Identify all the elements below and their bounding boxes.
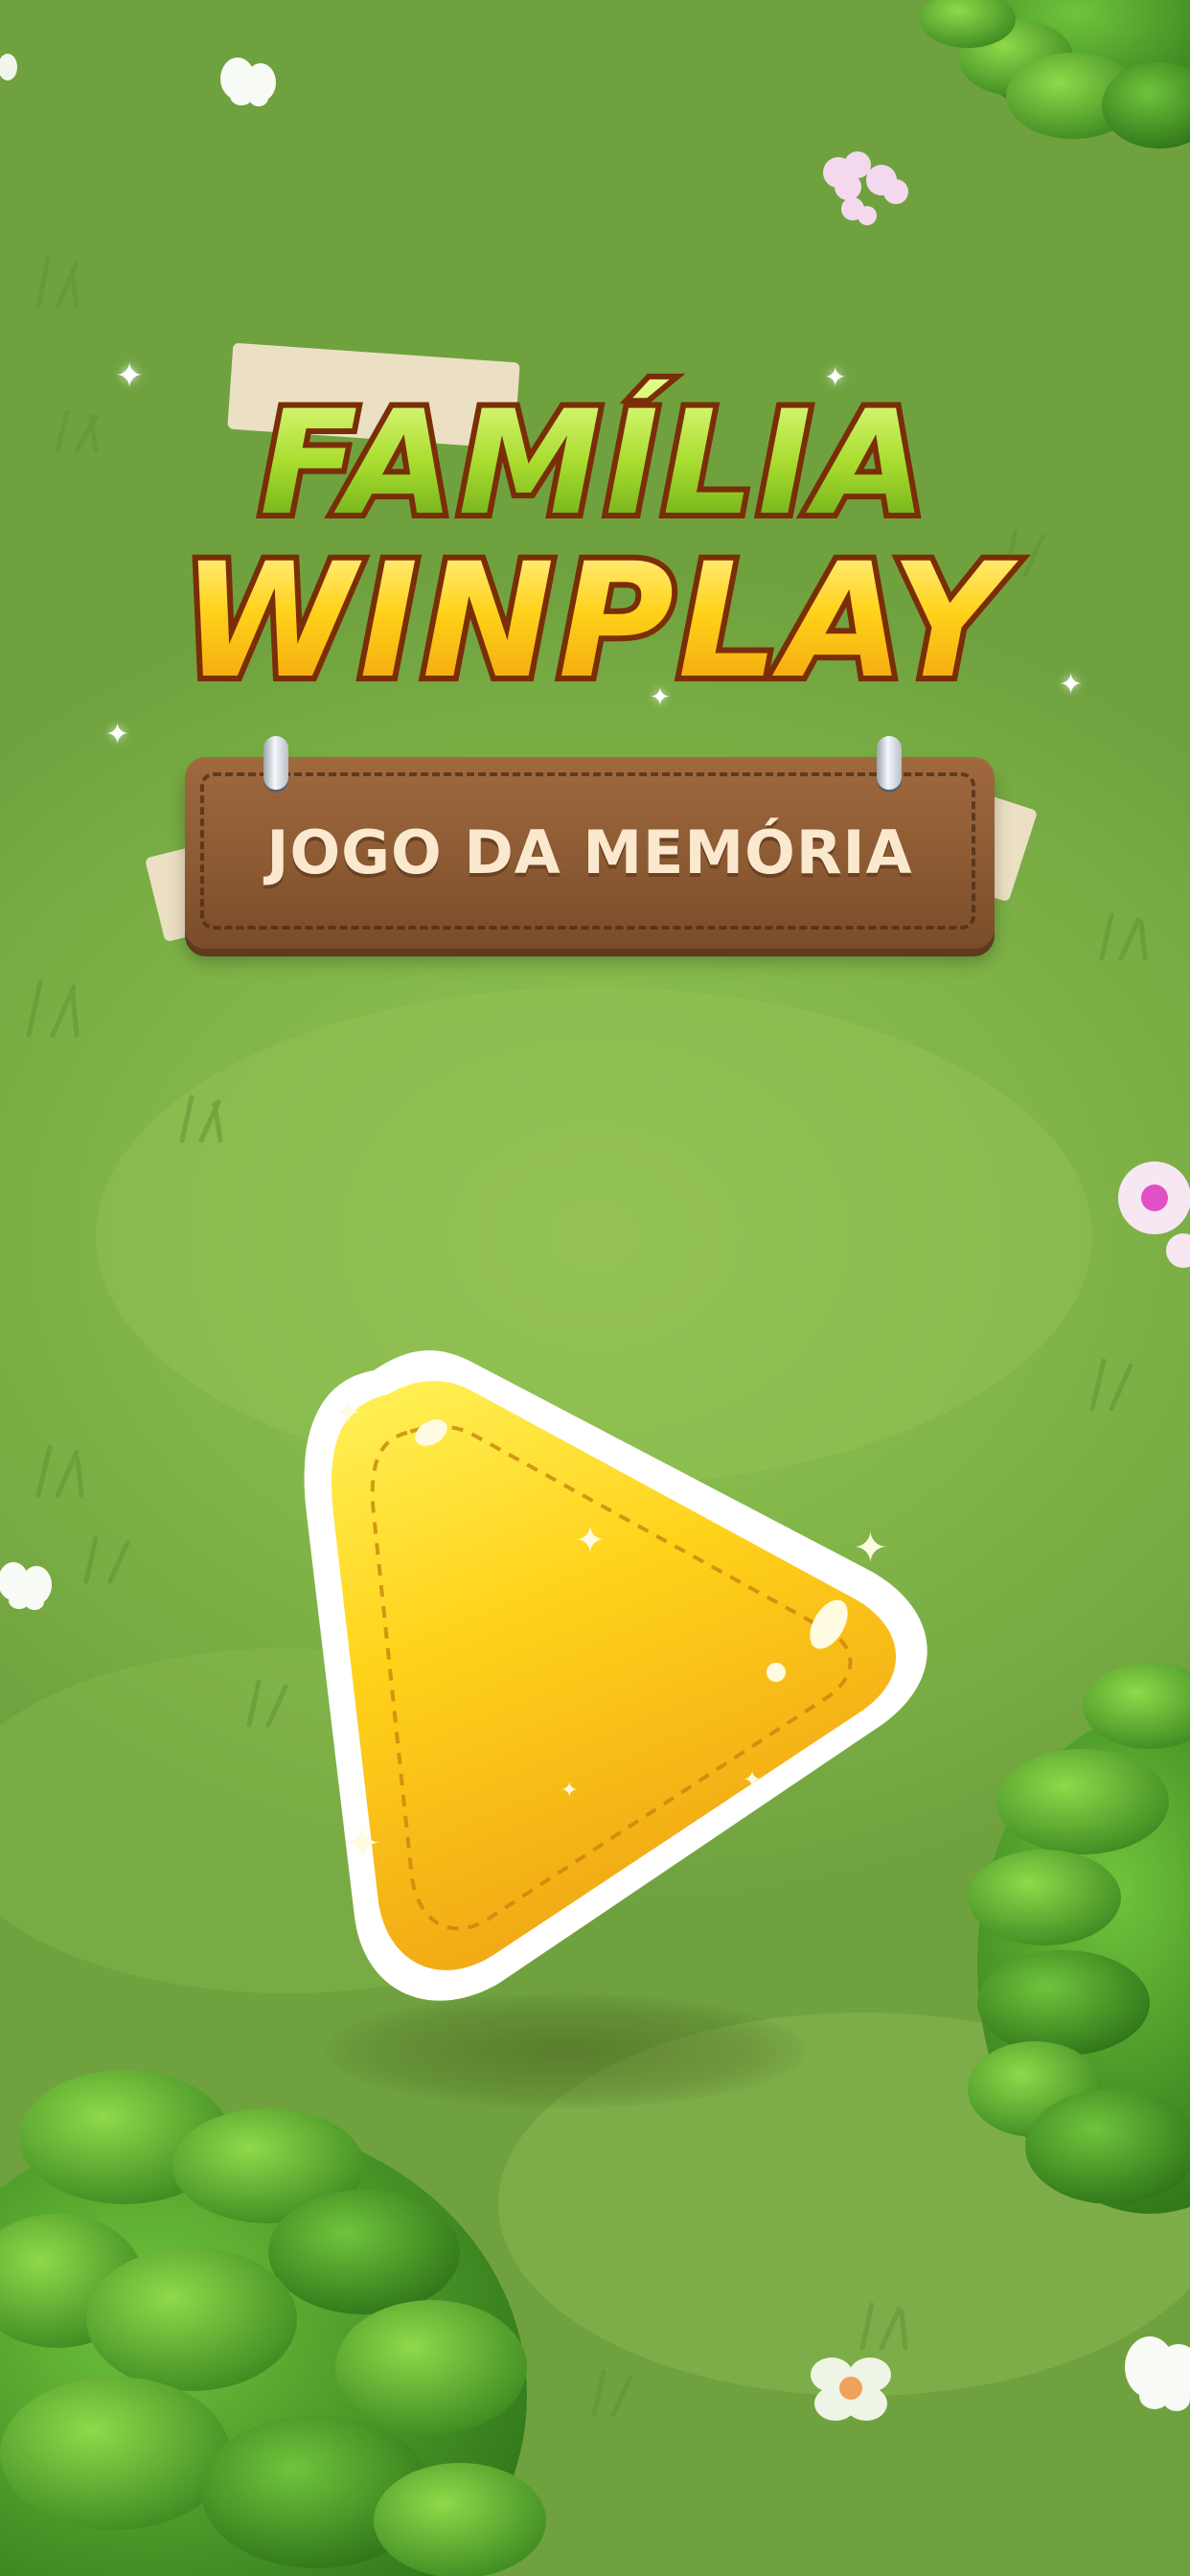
flower-right [1118, 1162, 1190, 1268]
svg-text:✦: ✦ [561, 1779, 578, 1803]
top-right-bush [920, 0, 1190, 149]
svg-text:✦: ✦ [853, 1524, 888, 1573]
flower-cluster-top [823, 151, 908, 225]
title-line-2: WINPLAY [181, 529, 1018, 713]
butterfly-bottom-right [1125, 2336, 1190, 2411]
butterfly-left [0, 1562, 52, 1610]
subtitle-sign: JOGO DA MEMÓRIA [185, 736, 995, 949]
play-icon[interactable]: ✦ ✦ ✦ ✦ ✦ ✦ [297, 1332, 939, 2032]
game-title-logo: FAMÍLIA WINPLAY [77, 364, 1113, 728]
svg-text:✦: ✦ [743, 1766, 762, 1793]
title-line-1: FAMÍLIA [260, 380, 930, 547]
game-subtitle: JOGO DA MEMÓRIA [266, 817, 913, 887]
bottom-left-bush [0, 2070, 546, 2576]
play-button[interactable]: ✦ ✦ ✦ ✦ ✦ ✦ [297, 1332, 939, 2032]
butterfly-left-top [0, 54, 17, 80]
svg-text:✦: ✦ [575, 1519, 606, 1561]
svg-text:✦: ✦ [343, 1817, 381, 1871]
game-start-screen: ✦ ✦ ✦ ✦ ✦ FAMÍLIA WINPLAY JOGO DA MEMÓRI… [0, 0, 1190, 2576]
butterfly-top [220, 58, 276, 106]
svg-text:✦: ✦ [335, 1394, 361, 1431]
